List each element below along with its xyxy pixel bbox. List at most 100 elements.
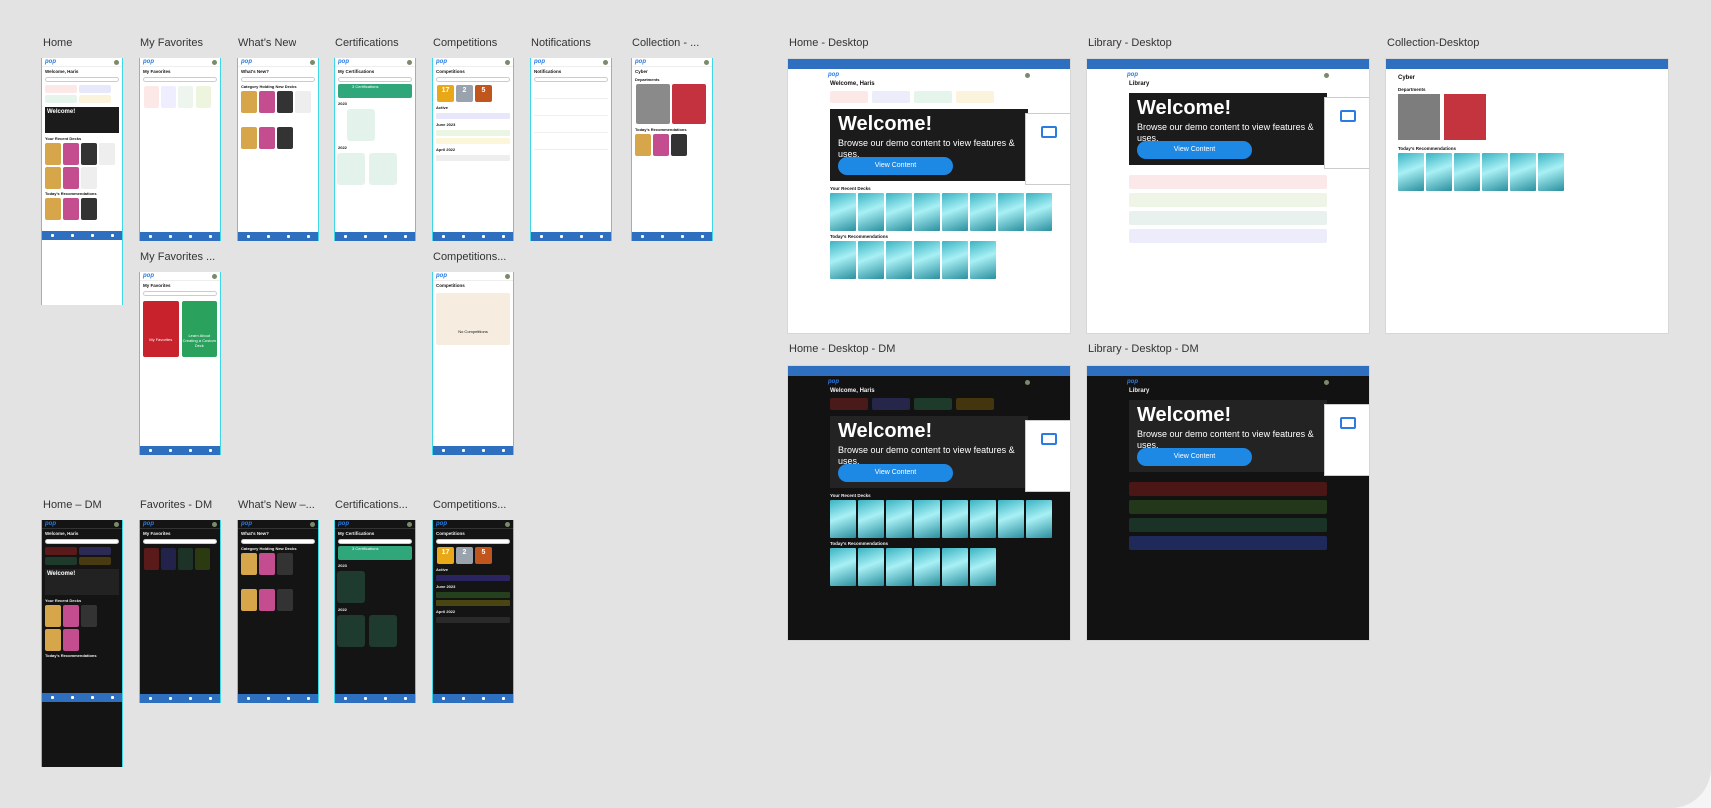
frame-label-notifications[interactable]: Notifications [531, 37, 591, 49]
search-input[interactable] [338, 539, 412, 544]
fav-heart-card[interactable]: My Favorites [143, 301, 179, 357]
search-input[interactable] [241, 77, 315, 82]
frame-label-whats-new-dm[interactable]: What’s New –... [238, 499, 322, 511]
view-content-button[interactable]: View Content [838, 464, 953, 482]
create-deck-card[interactable]: Learn About Creating a Custom Deck [181, 301, 217, 357]
frame-label-home[interactable]: Home [43, 37, 72, 49]
cert-card[interactable] [347, 109, 375, 141]
frame-label-collection-desktop[interactable]: Collection-Desktop [1387, 37, 1479, 49]
departments-heading: Departments [1398, 87, 1426, 92]
frame-label-collection[interactable]: Collection - ... [632, 37, 712, 49]
view-content-button[interactable]: View Content [838, 157, 953, 175]
banner-title: Welcome! [838, 113, 933, 135]
bottom-nav[interactable] [335, 694, 415, 703]
frame-certifications[interactable]: pop My Certifications 3 Certifications 2… [334, 58, 416, 241]
bottom-nav[interactable] [140, 446, 220, 455]
notification-item[interactable] [534, 102, 608, 116]
frame-home-dm[interactable]: pop Welcome, Haris Welcome! Your Recent … [41, 520, 123, 767]
frame-label-home-dm[interactable]: Home – DM [43, 499, 102, 511]
frame-library-desktop[interactable]: pop Library Welcome! Browse our demo con… [1086, 58, 1370, 334]
library-row[interactable] [1129, 536, 1327, 550]
library-row[interactable] [1129, 518, 1327, 532]
logo: pop [45, 59, 56, 65]
frame-favorites-dm[interactable]: pop My Favorites [139, 520, 221, 703]
frame-collection[interactable]: pop Cyber Departments Today's Recommenda… [631, 58, 713, 241]
frame-competitions-2[interactable]: pop Competitions No Competitions [432, 272, 514, 455]
frame-home-desktop-dm[interactable]: pop Welcome, Haris Welcome! Browse our d… [787, 365, 1071, 641]
bottom-nav[interactable] [335, 232, 415, 241]
frame-my-favorites[interactable]: pop My Favorites [139, 58, 221, 241]
frame-label-competitions-2[interactable]: Competitions... [433, 251, 506, 263]
notification-item[interactable] [534, 136, 608, 150]
frame-whats-new[interactable]: pop What's New? Category Holding New Dec… [237, 58, 319, 241]
search-input[interactable] [241, 539, 315, 544]
frame-collection-desktop[interactable]: Cyber Departments Today's Recommendation… [1385, 58, 1669, 334]
bottom-nav[interactable] [238, 694, 318, 703]
frame-label-library-desktop[interactable]: Library - Desktop [1088, 37, 1172, 49]
search-input[interactable] [143, 291, 217, 296]
library-row[interactable] [1129, 193, 1327, 207]
library-row[interactable] [1129, 500, 1327, 514]
frame-label-favorites-dm[interactable]: Favorites - DM [140, 499, 212, 511]
bottom-nav[interactable] [42, 693, 122, 702]
frame-label-my-favorites-2[interactable]: My Favorites ... [140, 251, 215, 263]
frame-whats-new-dm[interactable]: pop What's New? Category Holding New Dec… [237, 520, 319, 703]
bottom-nav[interactable] [238, 232, 318, 241]
frame-label-competitions-dm[interactable]: Competitions... [433, 499, 517, 511]
library-row[interactable] [1129, 482, 1327, 496]
welcome-banner: Welcome! Browse our demo content to view… [1129, 93, 1369, 169]
month-heading: June 2023 [436, 122, 456, 127]
welcome-text: Welcome, Haris [45, 69, 79, 74]
frame-label-home-desktop[interactable]: Home - Desktop [789, 37, 868, 49]
stat-active: 17 [437, 85, 454, 102]
search-input[interactable] [143, 77, 217, 82]
search-input[interactable] [45, 77, 119, 82]
bottom-nav[interactable] [531, 232, 611, 241]
stat-ended: 5 [475, 547, 492, 564]
frame-label-certifications-dm[interactable]: Certifications... [335, 499, 419, 511]
bottom-nav[interactable] [140, 694, 220, 703]
frame-home-desktop[interactable]: pop Welcome, Haris Welcome! Browse our d… [787, 58, 1071, 334]
bottom-nav[interactable] [140, 232, 220, 241]
frame-label-my-favorites[interactable]: My Favorites [140, 37, 203, 49]
search-input[interactable] [143, 539, 217, 544]
frame-label-certifications[interactable]: Certifications [335, 37, 399, 49]
frame-label-competitions[interactable]: Competitions [433, 37, 497, 49]
cert-card[interactable] [337, 571, 365, 603]
notification-item[interactable] [534, 119, 608, 133]
frame-label-home-desktop-dm[interactable]: Home - Desktop - DM [789, 343, 895, 355]
notification-item[interactable] [534, 85, 608, 99]
bottom-nav[interactable] [433, 232, 513, 241]
search-input[interactable] [338, 77, 412, 82]
competitions-title: Competitions [436, 531, 465, 536]
bottom-nav[interactable] [433, 694, 513, 703]
view-content-button[interactable]: View Content [1137, 141, 1252, 159]
frame-label-library-desktop-dm[interactable]: Library - Desktop - DM [1088, 343, 1199, 355]
welcome-banner: Welcome! Browse our demo content to view… [830, 109, 1070, 185]
search-input[interactable] [436, 77, 510, 82]
frame-certifications-dm[interactable]: pop My Certifications 3 Certifications 2… [334, 520, 416, 703]
frame-label-whats-new[interactable]: What’s New [238, 37, 296, 49]
frame-library-desktop-dm[interactable]: pop Library Welcome! Browse our demo con… [1086, 365, 1370, 641]
bottom-nav[interactable] [632, 232, 712, 241]
search-input[interactable] [436, 539, 510, 544]
frame-competitions[interactable]: pop Competitions 17 2 5 Active June 2023 A… [432, 58, 514, 241]
search-input[interactable] [45, 539, 119, 544]
library-row[interactable] [1129, 175, 1327, 189]
image-placeholder-icon [1324, 97, 1369, 169]
bottom-nav[interactable] [433, 446, 513, 455]
bottom-nav[interactable] [42, 231, 122, 240]
frame-home[interactable]: pop Welcome, Haris Welcome! Your Recent … [41, 58, 123, 305]
library-row[interactable] [1129, 211, 1327, 225]
frame-my-favorites-2[interactable]: pop My Favorites My Favorites Learn Abou… [139, 272, 221, 455]
view-content-button[interactable]: View Content [1137, 448, 1252, 466]
frame-notifications[interactable]: pop Notifications [530, 58, 612, 241]
year-heading: 2023 [338, 101, 347, 106]
search-input[interactable] [534, 77, 608, 82]
welcome-banner: Welcome! Browse our demo content to view… [1129, 400, 1369, 476]
favorites-title: My Favorites [143, 69, 171, 74]
library-row[interactable] [1129, 229, 1327, 243]
active-heading: Active [436, 567, 449, 572]
avatar [114, 59, 119, 65]
frame-competitions-dm[interactable]: pop Competitions 17 2 5 Active June 2023 A… [432, 520, 514, 703]
